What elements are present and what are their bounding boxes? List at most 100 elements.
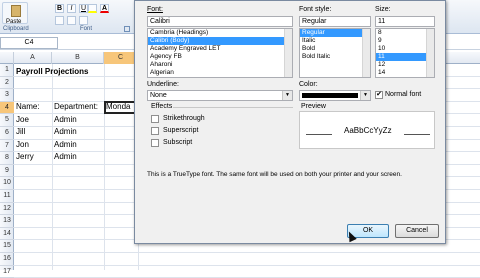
cell-b4[interactable]: Department:: [54, 101, 98, 113]
font-style-list[interactable]: Regular Italic Bold Bold Italic: [299, 28, 371, 78]
normal-font-label: Normal font: [385, 91, 422, 98]
color-select[interactable]: ▼: [299, 90, 371, 101]
clipboard-group-label: Clipboard: [3, 26, 29, 32]
superscript-checkbox[interactable]: [151, 127, 159, 135]
bold-button[interactable]: B: [55, 4, 64, 13]
font-list-item[interactable]: Aharoni: [148, 61, 292, 69]
column-gridline: [52, 64, 53, 270]
normal-font-checkbox[interactable]: ✔: [375, 91, 383, 99]
font-style-item[interactable]: Italic: [300, 37, 370, 45]
subscript-label: Subscript: [163, 139, 193, 146]
effects-label: Effects: [151, 103, 173, 110]
title-cell[interactable]: Payroll Projections: [16, 66, 88, 78]
paste-label: Paste: [6, 19, 22, 25]
row-header-12[interactable]: 12: [0, 203, 14, 216]
font-style-input[interactable]: Regular: [299, 16, 371, 27]
font-style-item[interactable]: Regular: [300, 29, 370, 37]
font-color-icon: A: [101, 5, 108, 12]
size-scrollbar[interactable]: [426, 29, 434, 77]
borders-button[interactable]: [55, 16, 64, 25]
row-gridline: [14, 264, 480, 266]
row-header-15[interactable]: 15: [0, 240, 14, 253]
fill-color-button[interactable]: [88, 4, 97, 13]
active-cell-selection: [104, 101, 136, 114]
row-header-2[interactable]: 2: [0, 77, 14, 90]
font-list-item[interactable]: Calibri (Body): [148, 37, 292, 45]
row-header-4[interactable]: 4: [0, 101, 14, 115]
row-header-3[interactable]: 3: [0, 89, 14, 102]
truetype-note: This is a TrueType font. The same font w…: [147, 171, 402, 178]
row-header-17[interactable]: 17: [0, 266, 14, 278]
row-header-11[interactable]: 11: [0, 190, 14, 203]
font-list-item[interactable]: Cambria (Headings): [148, 29, 292, 37]
font-list-item[interactable]: Academy Engraved LET: [148, 45, 292, 53]
column-gridline: [104, 64, 105, 270]
size-input[interactable]: 11: [375, 16, 435, 27]
name-cell[interactable]: Jill: [16, 126, 25, 138]
underline-button[interactable]: U: [79, 4, 88, 13]
cell-a4[interactable]: Name:: [16, 101, 40, 113]
row-headers: 1 2 3 4 5 6 7 8 9 10 11 12 13 14 15 16 17: [0, 64, 14, 278]
size-label: Size:: [375, 6, 391, 13]
underline-label: Underline:: [147, 81, 179, 88]
preview-text: AaBbCcYyZz: [344, 126, 392, 135]
preview-line-left: [306, 134, 332, 135]
font-style-item[interactable]: Bold Italic: [300, 53, 370, 61]
dept-cell[interactable]: Admin: [54, 114, 77, 126]
clipboard-icon: [11, 5, 21, 17]
superscript-label: Superscript: [163, 127, 199, 134]
dept-cell[interactable]: Admin: [54, 126, 77, 138]
dept-cell[interactable]: Admin: [54, 139, 77, 151]
font-group-label: Font: [80, 26, 93, 32]
select-all-corner[interactable]: [0, 52, 14, 64]
font-style-scrollbar[interactable]: [362, 29, 370, 77]
row-header-14[interactable]: 14: [0, 228, 14, 241]
row-header-10[interactable]: 10: [0, 177, 14, 190]
name-cell[interactable]: Joe: [16, 114, 29, 126]
font-name-input[interactable]: Calibri: [147, 16, 293, 27]
chevron-down-icon[interactable]: ▼: [360, 91, 370, 100]
effects-separator: [173, 107, 293, 108]
color-label: Color:: [299, 81, 318, 88]
row-header-7[interactable]: 7: [0, 140, 14, 153]
underline-select[interactable]: None ▼: [147, 90, 293, 101]
row-header-5[interactable]: 5: [0, 114, 14, 127]
font-label: Font:: [147, 6, 163, 13]
strikethrough-label: Strikethrough: [163, 115, 205, 122]
chevron-down-icon[interactable]: ▼: [282, 91, 292, 100]
font-list-item[interactable]: Algerian: [148, 69, 292, 77]
font-list-item[interactable]: Agency FB: [148, 53, 292, 61]
preview-line-right: [404, 134, 430, 135]
size-list[interactable]: 8 9 10 11 12 14: [375, 28, 435, 78]
font-list-scrollbar[interactable]: [284, 29, 292, 77]
shrink-font-button[interactable]: [79, 16, 88, 25]
column-header-c[interactable]: C: [104, 52, 138, 64]
grow-font-button[interactable]: [67, 16, 76, 25]
name-cell[interactable]: Jon: [16, 139, 29, 151]
column-header-b[interactable]: B: [52, 52, 104, 64]
preview-label: Preview: [301, 103, 326, 110]
name-cell[interactable]: Jerry: [16, 151, 34, 163]
font-dialog-launcher-icon[interactable]: [124, 26, 130, 32]
font-style-label: Font style:: [299, 6, 332, 13]
format-cells-dialog: Font: Calibri Cambria (Headings) Calibri…: [134, 0, 446, 244]
row-header-16[interactable]: 16: [0, 253, 14, 266]
row-header-1[interactable]: 1: [0, 64, 14, 77]
strikethrough-checkbox[interactable]: [151, 115, 159, 123]
underline-value: None: [150, 92, 167, 99]
row-header-13[interactable]: 13: [0, 215, 14, 228]
font-style-item[interactable]: Bold: [300, 45, 370, 53]
italic-button[interactable]: I: [67, 4, 76, 13]
row-gridline: [14, 252, 480, 253]
font-color-button[interactable]: A: [100, 4, 109, 13]
row-header-8[interactable]: 8: [0, 152, 14, 165]
font-list[interactable]: Cambria (Headings) Calibri (Body) Academ…: [147, 28, 293, 78]
name-box[interactable]: C4: [0, 37, 58, 49]
color-swatch: [302, 93, 358, 98]
column-header-a[interactable]: A: [14, 52, 52, 64]
row-header-6[interactable]: 6: [0, 127, 14, 140]
subscript-checkbox[interactable]: [151, 139, 159, 147]
cancel-button[interactable]: Cancel: [395, 224, 439, 238]
dept-cell[interactable]: Admin: [54, 151, 77, 163]
row-header-9[interactable]: 9: [0, 165, 14, 178]
